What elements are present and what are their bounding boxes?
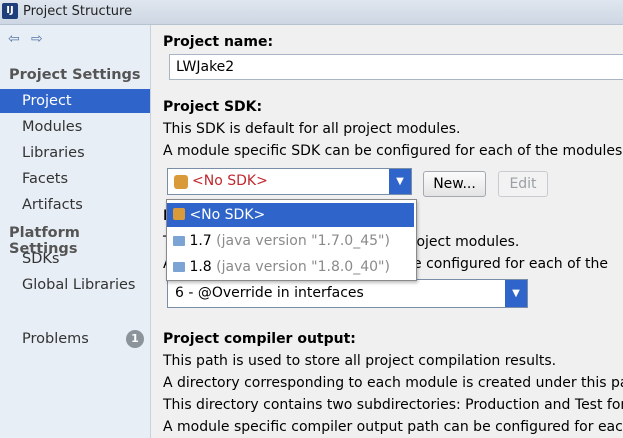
sdk-option-no-sdk[interactable]: <No SDK> — [167, 203, 414, 227]
language-level-value: 6 - @Override in interfaces — [175, 285, 364, 301]
language-level-desc-2-tail: e configured for each of the — [413, 256, 609, 272]
sidebar-item-problems[interactable]: Problems 1 — [0, 327, 150, 351]
window-titlebar: IJ Project Structure — [0, 0, 623, 25]
sdk-combobox[interactable]: <No SDK> ▼ — [167, 168, 412, 195]
compiler-output-label: Project compiler output: — [163, 331, 356, 347]
problems-count-badge: 1 — [126, 330, 144, 348]
compiler-description-1: This path is used to store all project c… — [163, 353, 557, 369]
sidebar-item-artifacts[interactable]: Artifacts — [0, 193, 150, 217]
window-title: Project Structure — [23, 4, 133, 19]
jdk-folder-icon — [173, 236, 185, 246]
project-sdk-label: Project SDK: — [163, 99, 263, 115]
jdk-folder-icon — [173, 262, 185, 272]
new-sdk-button[interactable]: New... — [423, 171, 486, 197]
edit-sdk-button[interactable]: Edit — [498, 171, 548, 197]
sdk-selected-value: <No SDK> — [192, 173, 268, 189]
sdk-option-detail: (java version "1.7.0_45") — [216, 233, 390, 249]
sidebar-item-modules[interactable]: Modules — [0, 115, 150, 139]
sidebar-item-libraries[interactable]: Libraries — [0, 141, 150, 165]
project-name-input[interactable]: LWJake2 — [169, 54, 623, 80]
sidebar-item-facets[interactable]: Facets — [0, 167, 150, 191]
compiler-description-4: A module specific compiler output path c… — [163, 419, 623, 435]
sdk-option-name: 1.8 — [189, 259, 212, 275]
language-level-desc-1-tail: roject modules. — [411, 234, 520, 250]
chevron-down-icon[interactable]: ▼ — [389, 169, 411, 194]
back-arrow-icon[interactable]: ⇦ — [8, 31, 20, 47]
sdk-option-1-8[interactable]: 1.8 (java version "1.8.0_40") — [167, 255, 414, 279]
language-level-combobox[interactable]: 6 - @Override in interfaces ▼ — [167, 279, 528, 308]
sidebar: ⇦ ⇨ Project Settings Project Modules Lib… — [0, 25, 151, 438]
sdk-option-detail: (java version "1.8.0_40") — [216, 259, 390, 275]
no-sdk-icon — [174, 175, 188, 189]
sdk-description-2: A module specific SDK can be configured … — [163, 143, 623, 159]
compiler-description-3: This directory contains two subdirectori… — [163, 397, 623, 413]
sdk-option-name: 1.7 — [189, 233, 212, 249]
compiler-description-2: A directory corresponding to each module… — [163, 375, 623, 391]
sdk-description-1: This SDK is default for all project modu… — [163, 121, 461, 137]
sdk-option-1-7[interactable]: 1.7 (java version "1.7.0_45") — [167, 229, 414, 253]
sidebar-item-sdks[interactable]: SDKs — [0, 247, 150, 271]
project-name-label: Project name: — [163, 34, 274, 50]
no-sdk-icon — [173, 208, 185, 220]
forward-arrow-icon[interactable]: ⇨ — [31, 31, 43, 47]
problems-label: Problems — [22, 331, 89, 347]
chevron-down-icon[interactable]: ▼ — [505, 280, 527, 307]
sdk-option-name: <No SDK> — [189, 207, 266, 223]
project-settings-header: Project Settings — [9, 67, 141, 83]
sidebar-item-project[interactable]: Project — [0, 89, 150, 113]
sidebar-item-global-libraries[interactable]: Global Libraries — [0, 273, 150, 297]
sdk-dropdown-list: <No SDK> 1.7 (java version "1.7.0_45") 1… — [166, 199, 417, 281]
intellij-icon: IJ — [2, 3, 18, 19]
